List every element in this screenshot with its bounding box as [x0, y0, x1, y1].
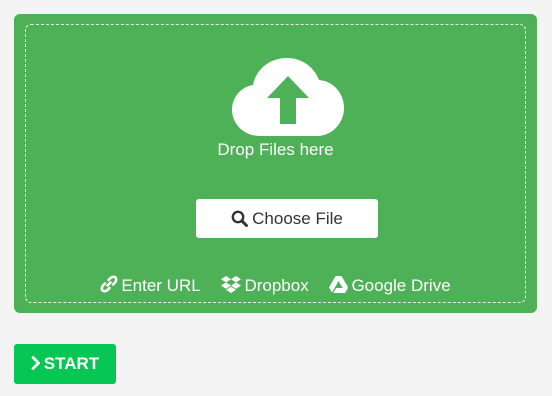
search-icon	[231, 210, 249, 227]
chevron-right-icon	[31, 356, 40, 370]
google-drive-link[interactable]: Google Drive	[329, 276, 451, 296]
source-links: Enter URL Dropbox Google Drive	[26, 275, 525, 296]
drop-files-text: Drop Files here	[217, 140, 334, 159]
dropbox-link[interactable]: Dropbox	[221, 275, 309, 296]
upload-panel: Drop Files here Choose File Enter URL Dr…	[14, 14, 537, 313]
enter-url-label: Enter URL	[121, 276, 201, 295]
drop-zone[interactable]: Drop Files here Choose File Enter URL Dr…	[25, 24, 526, 303]
link-icon	[100, 275, 118, 293]
cloud-upload-icon	[232, 58, 344, 136]
dropbox-icon	[221, 276, 242, 293]
dropbox-label: Dropbox	[244, 276, 309, 295]
choose-file-label: Choose File	[252, 209, 343, 228]
google-drive-icon	[329, 276, 349, 293]
enter-url-link[interactable]: Enter URL	[100, 275, 201, 296]
start-label: START	[43, 354, 100, 373]
start-button[interactable]: START	[14, 344, 116, 384]
choose-file-button[interactable]: Choose File	[196, 199, 378, 238]
google-drive-label: Google Drive	[351, 276, 451, 295]
